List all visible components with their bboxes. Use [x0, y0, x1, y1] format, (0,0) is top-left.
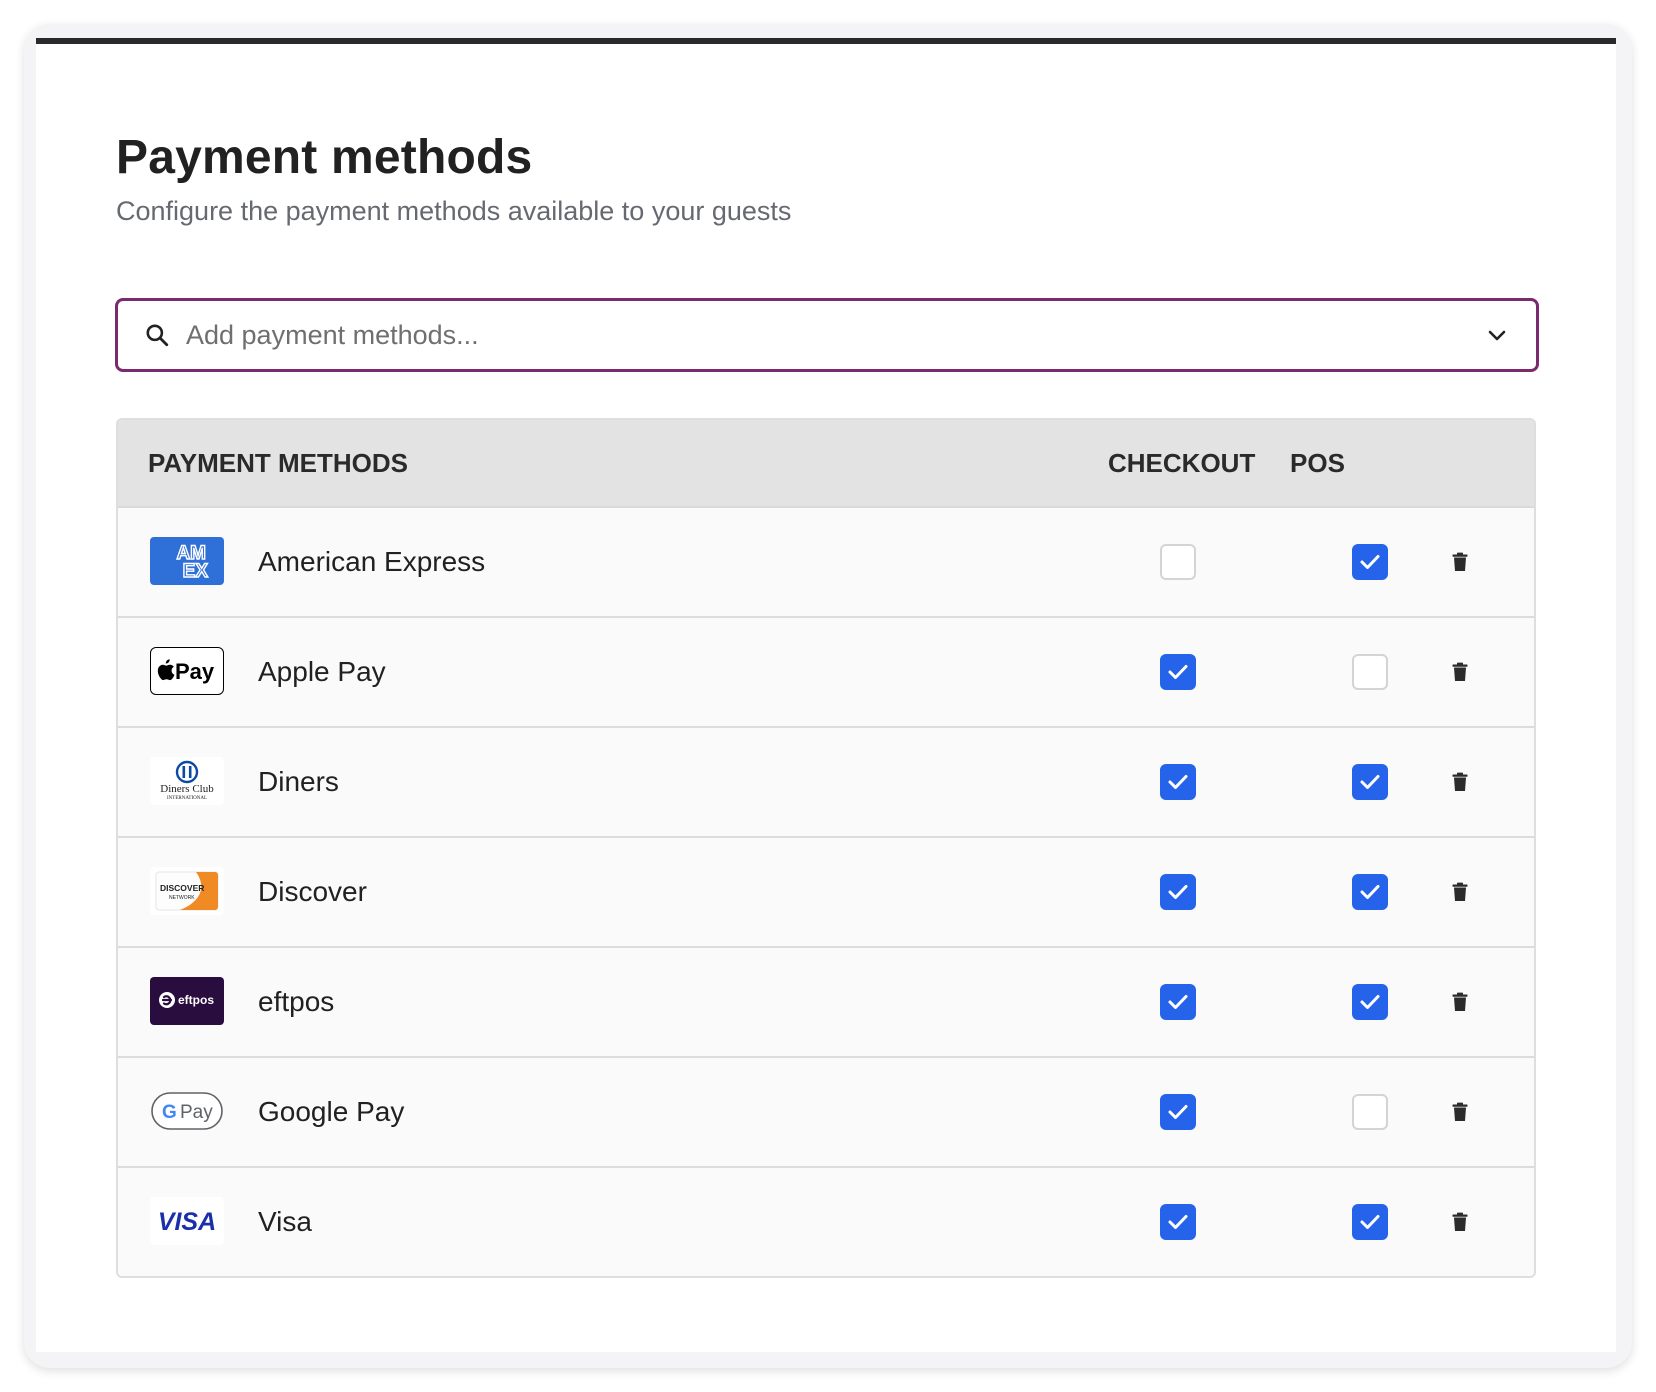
apple-pay-logo-text: Pay	[175, 659, 215, 684]
delete-icon[interactable]	[1446, 658, 1474, 686]
eftpos-logo-icon: eftpos	[150, 977, 224, 1025]
discover-logo-icon: DISCOVER NETWORK	[150, 867, 224, 915]
checkout-checkbox[interactable]	[1160, 874, 1196, 910]
amex-logo-icon: AM EX	[150, 537, 224, 585]
page-title: Payment methods	[116, 131, 533, 184]
delete-icon[interactable]	[1446, 1208, 1474, 1236]
payment-method-name: Apple Pay	[258, 656, 386, 687]
checkout-checkbox[interactable]	[1160, 1094, 1196, 1130]
checkmark-icon	[1360, 1215, 1380, 1229]
search-icon	[142, 320, 172, 350]
pos-checkbox[interactable]	[1352, 984, 1388, 1020]
table-row: Pay Apple Pay	[118, 618, 1534, 728]
delete-icon[interactable]	[1446, 988, 1474, 1016]
diners-logo-line1: Diners Club	[160, 783, 214, 795]
payment-method-name: Google Pay	[258, 1096, 405, 1127]
pos-checkbox[interactable]	[1352, 654, 1388, 690]
visa-logo-icon: VISA	[150, 1197, 224, 1245]
window-frame: Payment methods Configure the payment me…	[24, 24, 1632, 1368]
checkmark-icon	[1360, 885, 1380, 899]
checkout-checkbox[interactable]	[1160, 984, 1196, 1020]
table-row: DISCOVER NETWORK Discover	[118, 838, 1534, 948]
visa-logo-text: VISA	[158, 1208, 216, 1236]
column-header-payment-methods: PAYMENT METHODS	[148, 448, 409, 478]
column-header-pos: POS	[1290, 448, 1345, 478]
table-row: Diners Club INTERNATIONAL Diners	[118, 728, 1534, 838]
payment-method-name: eftpos	[258, 986, 335, 1017]
checkmark-icon	[1168, 1215, 1188, 1229]
checkmark-icon	[1360, 995, 1380, 1009]
settings-card: Payment methods Configure the payment me…	[36, 38, 1616, 1352]
diners-logo-line2: INTERNATIONAL	[167, 796, 207, 801]
payment-method-search[interactable]	[115, 298, 1539, 372]
payment-methods-table: PAYMENT METHODS CHECKOUT POS AM EX Ameri…	[116, 418, 1536, 1278]
delete-icon[interactable]	[1446, 548, 1474, 576]
payment-method-name: Discover	[258, 876, 367, 907]
apple-pay-logo-icon: Pay	[150, 647, 224, 695]
payment-method-name: Diners	[258, 766, 339, 797]
google-pay-logo-g: G	[162, 1102, 177, 1123]
checkmark-icon	[1360, 555, 1380, 569]
checkmark-icon	[1168, 775, 1188, 789]
column-header-checkout: CHECKOUT	[1108, 448, 1256, 478]
page-subtitle: Configure the payment methods available …	[116, 196, 792, 226]
pos-checkbox[interactable]	[1352, 1204, 1388, 1240]
table-row: VISA Visa	[118, 1168, 1534, 1276]
checkout-checkbox[interactable]	[1160, 654, 1196, 690]
delete-icon[interactable]	[1446, 878, 1474, 906]
payment-method-name: American Express	[258, 546, 486, 577]
search-input[interactable]	[184, 304, 1482, 366]
delete-icon[interactable]	[1446, 768, 1474, 796]
pos-checkbox[interactable]	[1352, 874, 1388, 910]
table-row: eftpos eftpos	[118, 948, 1534, 1058]
pos-checkbox[interactable]	[1352, 544, 1388, 580]
payment-method-name: Visa	[258, 1206, 312, 1237]
google-pay-logo-text: Pay	[180, 1102, 213, 1123]
pos-checkbox[interactable]	[1352, 1094, 1388, 1130]
checkmark-icon	[1168, 995, 1188, 1009]
table-row: G Pay Google Pay	[118, 1058, 1534, 1168]
chevron-down-icon[interactable]	[1482, 320, 1512, 350]
checkmark-icon	[1168, 885, 1188, 899]
checkmark-icon	[1168, 665, 1188, 679]
discover-logo-line1: DISCOVER	[160, 883, 204, 893]
diners-club-logo-icon: Diners Club INTERNATIONAL	[150, 757, 224, 805]
checkmark-icon	[1360, 775, 1380, 789]
delete-icon[interactable]	[1446, 1098, 1474, 1126]
discover-logo-line2: NETWORK	[169, 895, 195, 901]
amex-logo-line2: EX	[183, 561, 209, 582]
checkout-checkbox[interactable]	[1160, 544, 1196, 580]
pos-checkbox[interactable]	[1352, 764, 1388, 800]
checkout-checkbox[interactable]	[1160, 764, 1196, 800]
google-pay-logo-icon: G Pay	[150, 1087, 224, 1135]
eftpos-logo-text: eftpos	[178, 993, 214, 1007]
checkout-checkbox[interactable]	[1160, 1204, 1196, 1240]
checkmark-icon	[1168, 1105, 1188, 1119]
table-header: PAYMENT METHODS CHECKOUT POS	[118, 420, 1534, 508]
table-row: AM EX American Express	[118, 508, 1534, 618]
